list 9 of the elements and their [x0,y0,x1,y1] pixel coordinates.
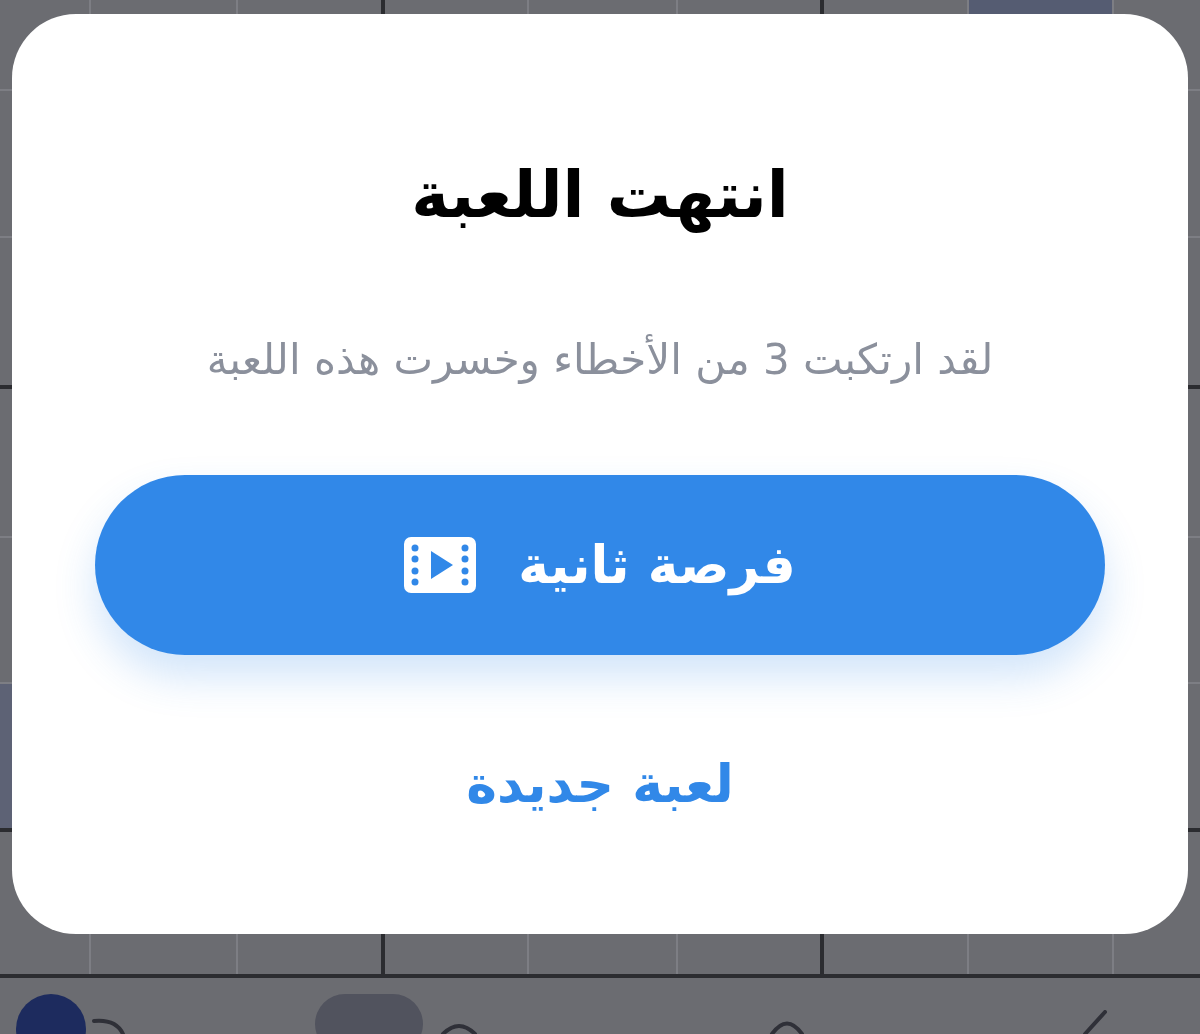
dialog-message: لقد ارتكبت 3 من الأخطاء وخسرت هذه اللعبة [206,333,994,386]
second-chance-button[interactable]: فرصة ثانية [95,475,1105,655]
video-icon [404,537,477,593]
badge-icon[interactable] [16,994,86,1034]
check-icon[interactable] [1083,1010,1107,1034]
arc-icon[interactable] [92,1018,126,1034]
pill-icon[interactable] [315,994,423,1034]
dialog-title: انتهت اللعبة [411,157,789,234]
new-game-link[interactable]: لعبة جديدة [466,751,734,817]
